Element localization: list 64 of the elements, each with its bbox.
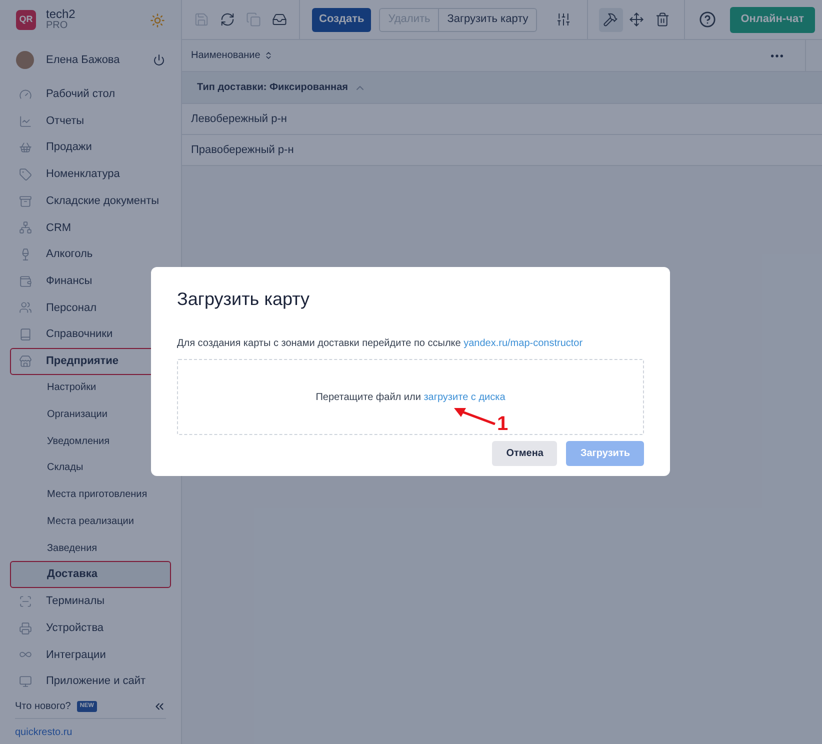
inbox-icon — [272, 12, 288, 27]
store-icon — [19, 354, 32, 368]
chart-icon — [19, 114, 32, 128]
avatar — [16, 51, 34, 69]
tools-icon — [603, 12, 618, 27]
hierarchy-icon — [19, 221, 32, 234]
people-icon — [19, 301, 32, 314]
cancel-button[interactable]: Отмена — [492, 441, 558, 466]
sidebar-item[interactable]: Персонал — [10, 294, 171, 322]
sidebar-item[interactable]: Интеграции — [10, 641, 171, 668]
constructor-link[interactable]: yandex.ru/map-constructor — [464, 338, 583, 349]
dialog-text: Для создания карты с зонами доставки перейдите по ссылке yandex.ru/map-constructor — [177, 337, 584, 351]
website-link[interactable]: quickresto.ru — [15, 724, 72, 740]
sidebar-subitem[interactable]: Места реализации — [10, 508, 171, 535]
toolbar-button[interactable] — [598, 8, 623, 32]
company-name: tech2 — [46, 8, 76, 20]
sidebar-item[interactable]: Отчеты — [10, 108, 171, 134]
trash-icon — [655, 12, 670, 27]
sidebar-subitem[interactable]: Заведения — [10, 534, 171, 562]
drop-zone-text: Перетащите файл или загрузите с диска — [316, 390, 506, 404]
help-icon[interactable] — [698, 11, 716, 28]
sidebar-item[interactable]: Алкоголь — [10, 241, 171, 268]
sidebar-item[interactable]: CRM — [10, 214, 171, 242]
sidebar-item[interactable]: Устройства — [10, 614, 171, 642]
refresh-icon — [220, 12, 235, 27]
annotation-number: 1 — [497, 414, 508, 434]
copy-icon — [246, 12, 262, 27]
sidebar-item[interactable]: Складские документы — [10, 188, 171, 214]
sidebar-item[interactable]: Финансы — [10, 268, 171, 294]
group-label: Тип доставки: Фиксированная — [197, 81, 348, 95]
sidebar-item[interactable]: Терминалы — [10, 588, 171, 615]
sidebar-item[interactable]: Рабочий стол — [10, 81, 171, 108]
archive-icon — [19, 194, 32, 208]
save-icon — [194, 12, 209, 27]
book-icon — [19, 328, 32, 342]
app-logo: QR — [16, 10, 36, 30]
annotation-arrow — [452, 405, 496, 425]
column-header[interactable]: Наименование — [182, 48, 282, 63]
upload-from-disk-link[interactable]: загрузите с диска — [424, 392, 506, 402]
upload-map-button[interactable]: Загрузить карту — [439, 8, 536, 30]
sidebar-item[interactable]: Номенклатура — [10, 161, 171, 188]
sidebar-subitem[interactable]: Доставка — [10, 561, 171, 588]
wallet-icon — [19, 274, 32, 288]
gauge-icon — [19, 88, 32, 101]
whats-new-link[interactable]: Что нового? — [15, 698, 71, 714]
power-icon[interactable] — [153, 54, 165, 66]
tag-icon — [19, 168, 32, 181]
printer-icon — [19, 622, 32, 635]
user-name: Елена Бажова — [46, 52, 120, 68]
create-button[interactable]: Создать — [312, 8, 372, 32]
basket-icon — [19, 141, 32, 154]
sort-icon — [264, 51, 274, 60]
sidebar-item[interactable]: Продажи — [10, 134, 171, 162]
group-row[interactable]: Тип доставки: Фиксированная — [182, 72, 822, 104]
sidebar-item[interactable]: Приложение и сайт — [10, 668, 171, 695]
table-row[interactable]: Правобережный р-н — [182, 135, 822, 166]
sliders-icon — [556, 12, 572, 27]
table-row[interactable]: Левобережный р-н — [182, 104, 822, 135]
monitor-icon — [19, 674, 32, 688]
dialog-title: Загрузить карту — [177, 288, 311, 311]
sidebar-subitem[interactable]: Места приготовления — [10, 481, 171, 508]
plan-label: PRO — [46, 20, 69, 32]
sidebar-item[interactable]: Справочники — [10, 321, 171, 348]
move-icon — [629, 12, 644, 27]
